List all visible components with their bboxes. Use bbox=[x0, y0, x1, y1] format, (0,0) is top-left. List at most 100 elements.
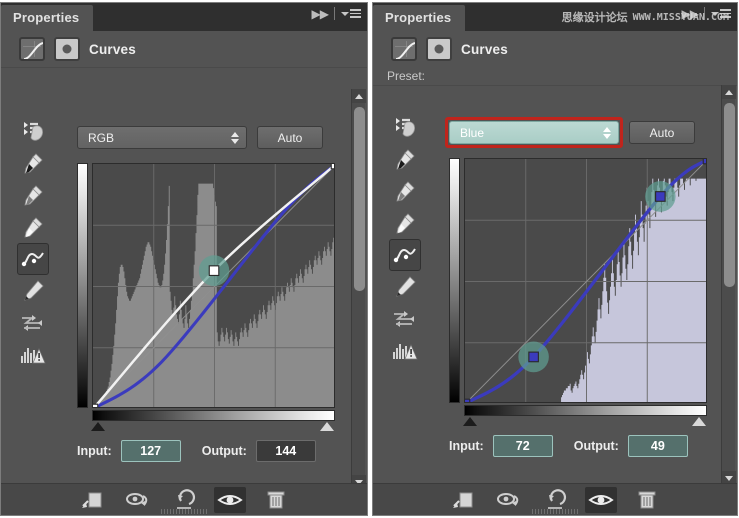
pencil-draw-curve-tool[interactable] bbox=[389, 271, 421, 303]
titlebar-divider bbox=[704, 7, 705, 20]
auto-button-left[interactable]: Auto bbox=[257, 126, 323, 149]
toggle-layer-visibility-button[interactable] bbox=[214, 486, 246, 513]
curve-control-point bbox=[528, 351, 539, 363]
panel-resize-grip-right[interactable] bbox=[532, 509, 578, 514]
adjustment-header-right: Curves bbox=[373, 31, 737, 67]
curves-plot-svg-left bbox=[93, 164, 334, 407]
screenshot-root: Properties ▶▶ Curves RGB Auto Input: 127… bbox=[0, 0, 739, 518]
curve-control-point bbox=[655, 191, 666, 202]
channel-row-right: Blue Auto bbox=[449, 121, 695, 144]
black-point-eyedropper[interactable] bbox=[17, 147, 49, 179]
output-field-right[interactable]: 49 bbox=[627, 435, 688, 457]
collapse-to-icons-icon[interactable]: ▶▶ bbox=[682, 8, 699, 20]
white-input-slider-right[interactable] bbox=[692, 417, 706, 426]
header-separator-right bbox=[373, 85, 737, 86]
chevron-down-icon bbox=[341, 11, 349, 16]
channel-row-left: RGB Auto bbox=[77, 126, 323, 149]
scrollbar-thumb-left[interactable] bbox=[354, 107, 365, 291]
output-field-left[interactable]: 144 bbox=[255, 440, 316, 462]
view-previous-state-button[interactable] bbox=[122, 487, 154, 513]
smooth-curve-values[interactable] bbox=[17, 307, 49, 339]
scroll-up-arrow-left[interactable] bbox=[352, 89, 366, 103]
curves-plot-right[interactable] bbox=[464, 158, 707, 403]
white-point-eyedropper[interactable] bbox=[389, 207, 421, 239]
properties-panel-right: Properties ▶▶ 思缘设计论坛 WWW.MISSYUAN.COM Cu… bbox=[372, 2, 738, 516]
panel-bottom-toolbar-right bbox=[373, 483, 737, 515]
input-field-right[interactable]: 72 bbox=[492, 435, 553, 457]
input-gradient-bar-right bbox=[464, 405, 707, 416]
output-gradient-bar-right bbox=[449, 158, 460, 403]
output-label-right: Output: bbox=[573, 439, 619, 453]
scroll-up-arrow-right[interactable] bbox=[722, 85, 736, 99]
chevron-updown-icon bbox=[603, 126, 611, 139]
panel-scrollbar-left[interactable] bbox=[351, 89, 366, 489]
delete-adjustment-layer-button[interactable] bbox=[260, 487, 292, 513]
scrollbar-thumb-right[interactable] bbox=[724, 103, 735, 287]
clip-to-layer-button[interactable] bbox=[76, 487, 108, 513]
tab-properties-left[interactable]: Properties bbox=[1, 5, 94, 31]
input-label-right: Input: bbox=[449, 439, 484, 453]
curves-plot-svg-right bbox=[465, 159, 706, 402]
titlebar-controls-left: ▶▶ bbox=[312, 7, 361, 20]
pencil-draw-curve-tool[interactable] bbox=[17, 275, 49, 307]
panel-scrollbar-right[interactable] bbox=[721, 85, 736, 485]
panel-titlebar-right: Properties ▶▶ 思缘设计论坛 WWW.MISSYUAN.COM bbox=[373, 3, 737, 31]
curve-control-point bbox=[208, 265, 220, 277]
adjustment-title-left: Curves bbox=[89, 41, 136, 57]
edit-points-curve-tool[interactable] bbox=[389, 239, 421, 271]
channel-select-value-right: Blue bbox=[460, 125, 485, 140]
tab-properties-right[interactable]: Properties bbox=[373, 5, 466, 31]
white-point-eyedropper[interactable] bbox=[17, 211, 49, 243]
auto-button-right[interactable]: Auto bbox=[629, 121, 695, 144]
curves-plot-left[interactable] bbox=[92, 163, 335, 408]
panel-menu-icon[interactable] bbox=[341, 9, 361, 18]
input-field-left[interactable]: 127 bbox=[120, 440, 181, 462]
channel-select-value-left: RGB bbox=[88, 130, 115, 145]
channel-select-left[interactable]: RGB bbox=[77, 126, 247, 149]
io-row-right: Input: 72 Output: 49 bbox=[449, 435, 688, 457]
curve-control-point bbox=[465, 398, 471, 402]
properties-panel-left: Properties ▶▶ Curves RGB Auto Input: 127… bbox=[0, 2, 368, 516]
curves-display-options-icon[interactable] bbox=[17, 339, 49, 371]
panel-bottom-toolbar-left bbox=[1, 483, 367, 515]
output-gradient-bar-left bbox=[77, 163, 88, 408]
black-point-eyedropper[interactable] bbox=[389, 143, 421, 175]
delete-adjustment-layer-button[interactable] bbox=[631, 487, 663, 513]
curve-control-point bbox=[702, 159, 706, 165]
curves-graph-right bbox=[449, 158, 709, 426]
channel-select-right[interactable]: Blue bbox=[449, 121, 619, 144]
panel-resize-grip-left[interactable] bbox=[161, 509, 207, 514]
view-previous-state-button[interactable] bbox=[493, 487, 525, 513]
chevron-down-icon bbox=[711, 11, 719, 16]
layer-mask-thumbnail-icon[interactable] bbox=[426, 37, 452, 61]
black-input-slider-left[interactable] bbox=[91, 422, 105, 431]
curves-display-options-icon[interactable] bbox=[389, 335, 421, 367]
smooth-curve-values[interactable] bbox=[389, 303, 421, 335]
layer-mask-thumbnail-icon[interactable] bbox=[54, 37, 80, 61]
gray-point-eyedropper[interactable] bbox=[389, 175, 421, 207]
targeted-adjustment-tool[interactable] bbox=[17, 115, 49, 147]
curve-control-point bbox=[93, 403, 99, 407]
gray-point-eyedropper[interactable] bbox=[17, 179, 49, 211]
histogram-left bbox=[93, 183, 334, 407]
panel-menu-icon[interactable] bbox=[711, 9, 731, 18]
curves-graph-left bbox=[77, 163, 337, 431]
clip-to-layer-button[interactable] bbox=[447, 487, 479, 513]
hamburger-icon bbox=[720, 9, 731, 18]
white-input-slider-left[interactable] bbox=[320, 422, 334, 431]
header-separator-left bbox=[1, 67, 367, 68]
chevron-updown-icon bbox=[231, 131, 239, 144]
io-row-left: Input: 127 Output: 144 bbox=[77, 440, 316, 462]
adjustment-header-left: Curves bbox=[1, 31, 367, 67]
targeted-adjustment-tool[interactable] bbox=[389, 111, 421, 143]
curves-thumbnail-icon[interactable] bbox=[391, 37, 417, 61]
toggle-layer-visibility-button[interactable] bbox=[585, 486, 617, 513]
titlebar-divider bbox=[334, 7, 335, 20]
edit-points-curve-tool[interactable] bbox=[17, 243, 49, 275]
collapse-to-icons-icon[interactable]: ▶▶ bbox=[312, 8, 329, 20]
titlebar-controls-right: ▶▶ bbox=[682, 7, 731, 20]
curves-thumbnail-icon[interactable] bbox=[19, 37, 45, 61]
black-input-slider-right[interactable] bbox=[463, 417, 477, 426]
curve-control-point bbox=[330, 164, 334, 170]
curves-toolbar-left bbox=[13, 115, 53, 371]
